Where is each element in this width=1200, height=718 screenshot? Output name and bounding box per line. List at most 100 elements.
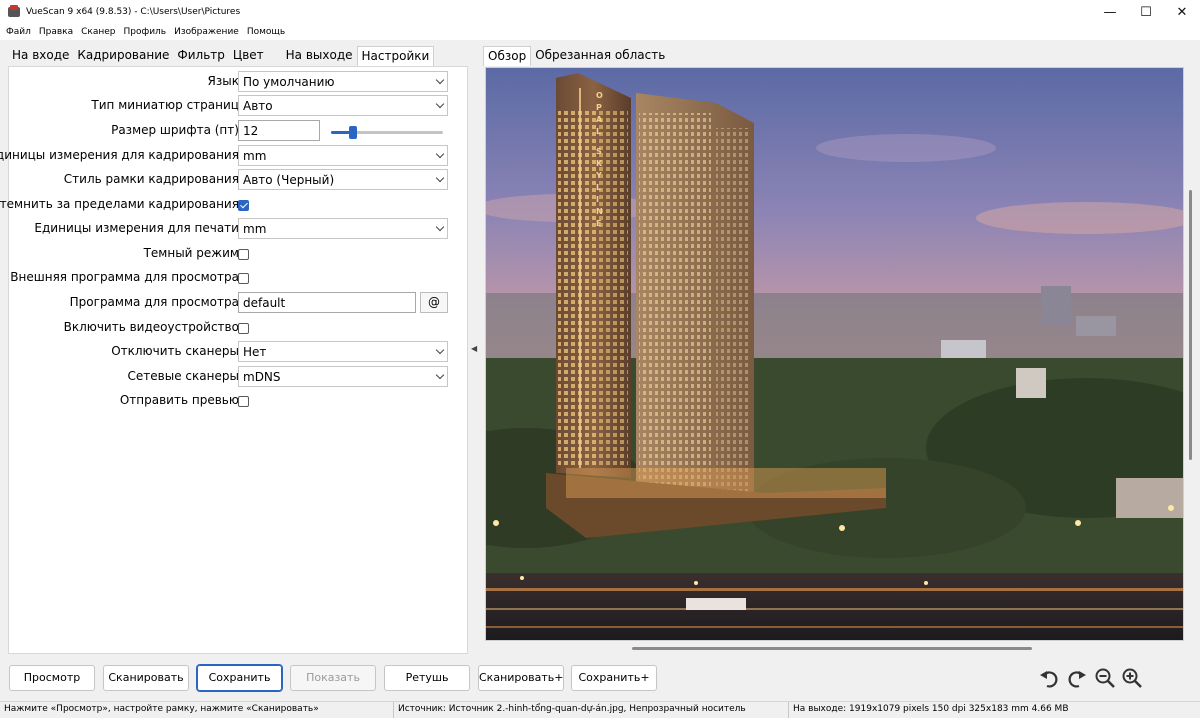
minimize-button[interactable]: — [1092,0,1128,24]
tab-output[interactable]: На выходе [282,46,357,66]
send-preview-row: Отправить превью: [9,390,469,412]
title-bar: VueScan 9 x64 (9.8.53) - C:\Users\User\P… [0,0,1200,24]
vuescan-app-icon [7,5,21,19]
thumb-type-label: Тип миниатюр страниц: [91,98,243,112]
chevron-down-icon [435,345,445,355]
preview-vertical-scrollbar[interactable] [1186,67,1196,647]
tab-input[interactable]: На входе [8,46,73,66]
viewer-program-value: default [243,296,286,310]
preview-image-drawing: OPALSKYLINE [486,68,1183,640]
preview-horizontal-scrollbar[interactable] [632,647,1032,650]
font-size-slider[interactable] [331,126,443,139]
status-divider [393,702,394,718]
chevron-down-icon [435,75,445,85]
video-device-label: Включить видеоустройство: [63,320,243,334]
left-tab-bar: На входе Кадрирование Фильтр Цвет На вых… [8,46,435,66]
rotate-left-icon [1040,671,1058,688]
tab-overview[interactable]: Обзор [483,46,532,66]
viewer-program-label: Программа для просмотра: [69,295,243,309]
chevron-down-icon [435,370,445,380]
menu-profile[interactable]: Профиль [124,27,167,37]
print-units-label: Единицы измерения для печати: [34,221,243,235]
svg-text:OPALSKYLINE: OPALSKYLINE [595,91,603,228]
disable-scanners-select[interactable]: Нет [238,341,448,362]
rotate-right-icon [1068,671,1086,688]
external-viewer-row: Внешняя программа для просмотра: [9,267,469,289]
dark-mode-label: Темный режим: [143,246,243,260]
close-icon: ✕ [1176,4,1188,20]
tab-filter[interactable]: Фильтр [173,46,228,66]
send-preview-label: Отправить превью: [119,393,243,407]
status-hint: Нажмите «Просмотр», настройте рамку, наж… [4,704,319,714]
crop-units-select[interactable]: mm [238,145,448,166]
tab-crop[interactable]: Кадрирование [73,46,173,66]
menu-help[interactable]: Помощь [247,27,285,37]
crop-frame-select[interactable]: Авто (Черный) [238,169,448,190]
send-preview-checkbox[interactable] [238,396,249,407]
external-viewer-checkbox[interactable] [238,273,249,284]
network-scanners-label: Сетевые сканеры: [127,369,243,383]
save-plus-button[interactable]: Сохранить+ [571,665,657,691]
maximize-icon: ☐ [1140,4,1152,20]
tab-cropped-area[interactable]: Обрезанная область [531,46,669,66]
video-device-row: Включить видеоустройство: [9,317,469,339]
thumb-type-select[interactable]: Авто [238,95,448,116]
crop-units-value: mm [243,149,267,163]
slider-thumb[interactable] [349,126,358,139]
scan-button[interactable]: Сканировать [103,665,189,691]
chevron-down-icon [435,173,445,183]
video-device-checkbox[interactable] [238,323,249,334]
darken-outside-checkbox[interactable] [238,200,249,211]
chevron-down-icon [435,99,445,109]
thumb-type-value: Авто [243,99,273,113]
zoom-out-button[interactable] [1092,665,1118,691]
preview-button[interactable]: Просмотр [9,665,95,691]
language-value: По умолчанию [243,75,335,89]
rotate-right-button[interactable] [1064,665,1090,691]
scan-plus-button[interactable]: Сканировать+ [478,665,564,691]
dark-mode-checkbox[interactable] [238,249,249,260]
save-button[interactable]: Сохранить [196,664,283,692]
settings-panel: Язык: По умолчанию Тип миниатюр страниц:… [0,66,469,654]
network-scanners-select[interactable]: mDNS [238,366,448,387]
maximize-button[interactable]: ☐ [1128,0,1164,24]
close-button[interactable]: ✕ [1164,0,1200,24]
menu-file[interactable]: Файл [6,27,31,37]
font-size-value: 12 [243,124,259,138]
chevron-down-icon [435,149,445,159]
language-select[interactable]: По умолчанию [238,71,448,92]
viewer-browse-button[interactable]: @ [420,292,448,313]
retouch-button[interactable]: Ретушь [384,665,470,691]
menu-image[interactable]: Изображение [174,27,239,37]
external-viewer-label: Внешняя программа для просмотра: [10,270,243,284]
zoom-in-button[interactable] [1119,665,1145,691]
viewer-program-row: Программа для просмотра: default @ [9,292,469,314]
right-tab-bar: Обзор Обрезанная область [483,46,669,66]
print-units-select[interactable]: mm [238,218,448,239]
status-divider [788,702,789,718]
disable-scanners-label: Отключить сканеры: [111,344,243,358]
darken-outside-label: Затемнить за пределами кадрирования: [0,197,243,211]
menu-scanner[interactable]: Сканер [81,27,115,37]
tab-color[interactable]: Цвет [229,46,268,66]
disable-scanners-row: Отключить сканеры: Нет [9,341,469,363]
darken-outside-row: Затемнить за пределами кадрирования: [0,194,469,216]
network-scanners-row: Сетевые сканеры: mDNS [9,366,469,388]
crop-units-row: Единицы измерения для кадрирования: mm [0,145,469,167]
show-button[interactable]: Показать [290,665,376,691]
menu-edit[interactable]: Правка [39,27,73,37]
crop-units-label: Единицы измерения для кадрирования: [0,148,243,162]
thumb-type-row: Тип миниатюр страниц: Авто [9,95,469,117]
font-size-input[interactable]: 12 [238,120,320,141]
status-bar: Нажмите «Просмотр», настройте рамку, наж… [0,701,1200,718]
viewer-program-input[interactable]: default [238,292,416,313]
scrollbar-thumb[interactable] [1189,190,1192,460]
minimize-icon: — [1103,4,1117,20]
zoom-in-icon [1122,668,1142,688]
splitter-arrow-icon[interactable]: ◀ [471,344,477,353]
print-units-row: Единицы измерения для печати: mm [9,218,469,240]
tab-settings[interactable]: Настройки [356,46,435,66]
rotate-left-button[interactable] [1036,665,1062,691]
disable-scanners-value: Нет [243,345,267,359]
preview-image[interactable]: OPALSKYLINE [485,67,1184,641]
